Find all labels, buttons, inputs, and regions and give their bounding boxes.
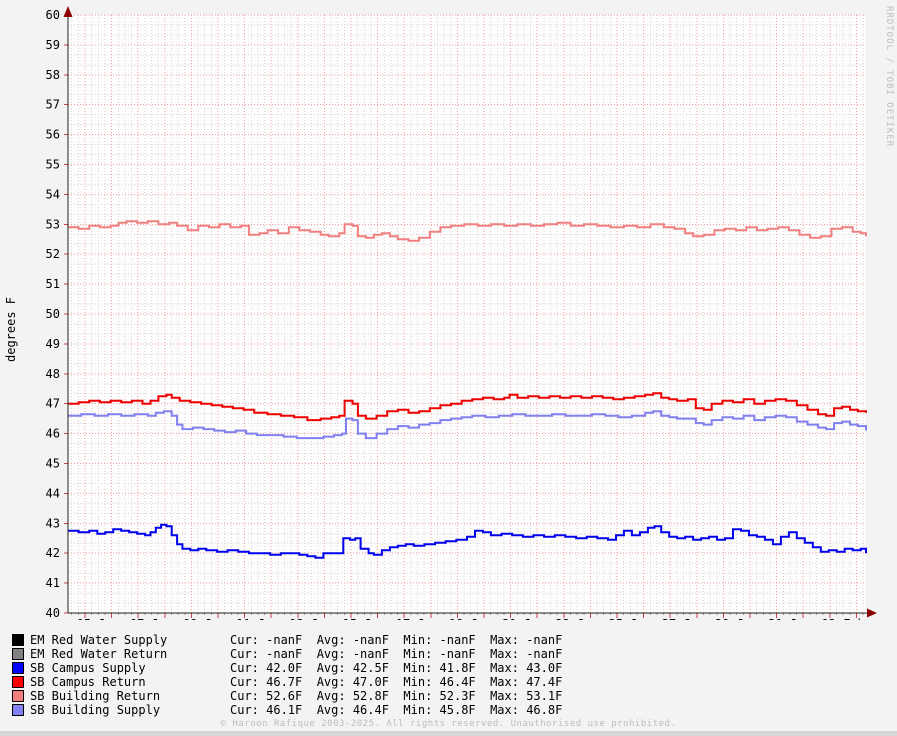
y-tick-label: 46 [46,427,60,441]
legend-row: SB Campus Supply Cur: 42.0F Avg: 42.5F M… [12,661,562,675]
legend-stats: Cur: -nanF Avg: -nanF Min: -nanF Max: -n… [230,633,563,647]
x-tick-label: 29 Jan [715,617,758,620]
legend-label: EM Red Water Supply [30,633,168,647]
y-tick-label: 52 [46,247,60,261]
legend-label: EM Red Water Return [30,647,168,661]
legend-row: EM Red Water Supply Cur: -nanF Avg: -nan… [12,633,562,647]
x-tick-label: 21 Jan [502,617,545,620]
legend: EM Red Water Supply Cur: -nanF Avg: -nan… [12,633,562,717]
legend-stats: Cur: 42.0F Avg: 42.5F Min: 41.8F Max: 43… [230,661,563,675]
x-tick-label: 05 Jan [77,617,120,620]
x-tick-label: 25 Jan [609,617,652,620]
legend-label: SB Campus Supply [30,661,146,675]
y-tick-label: 53 [46,217,60,231]
x-tick-label: 23 Jan [555,617,598,620]
y-tick-label: 51 [46,277,60,291]
y-tick-label: 56 [46,128,60,142]
y-tick-label: 57 [46,98,60,112]
x-tick-label: 02 Feb [821,617,864,620]
y-tick-label: 50 [46,307,60,321]
rrdtool-graph: 40 41 42 43 44 45 46 47 48 49 50 51 52 53 54 55 56 57 58 59… [0,0,897,736]
legend-label: SB Building Supply [30,703,161,717]
legend-stats: Cur: -nanF Avg: -nanF Min: -nanF Max: -n… [230,647,563,661]
legend-label: SB Building Return [30,689,161,703]
y-tick-label: 48 [46,367,60,381]
x-tick-label: 31 Jan [768,617,811,620]
y-tick-label: 55 [46,158,60,172]
legend-row: SB Building Supply Cur: 46.1F Avg: 46.4F… [12,703,562,717]
y-tick-label: 41 [46,576,60,590]
chart-canvas: 40 41 42 43 44 45 46 47 48 49 50 51 52 53 54 55 56 57 58 59… [46,6,877,620]
y-tick-label: 58 [46,68,60,82]
y-tick-label: 43 [46,516,60,530]
legend-row: SB Campus Return Cur: 46.7F Avg: 47.0F M… [12,675,562,689]
legend-row: EM Red Water Return Cur: -nanF Avg: -nan… [12,647,562,661]
y-axis-title: degrees F [4,296,18,362]
legend-swatch [12,690,24,702]
x-tick-label: 27 Jan [662,617,705,620]
x-axis-arrow [867,608,877,618]
x-tick-label: 07 Jan [130,617,173,620]
legend-stats: Cur: 46.1F Avg: 46.4F Min: 45.8F Max: 46… [230,703,563,717]
x-tick-label: 15 Jan [343,617,386,620]
y-tick-label: 45 [46,457,60,471]
x-tick-label: 19 Jan [449,617,492,620]
y-tick-label: 42 [46,546,60,560]
legend-stats: Cur: 52.6F Avg: 52.8F Min: 52.3F Max: 53… [230,689,563,703]
legend-swatch [12,634,24,646]
bottom-border [0,731,897,736]
legend-swatch [12,648,24,660]
legend-swatch [12,704,24,716]
legend-label: SB Campus Return [30,675,146,689]
y-tick-label: 44 [46,486,60,500]
y-tick-label: 40 [46,606,60,620]
x-tick-label: 17 Jan [396,617,439,620]
rrdtool-watermark: RRDTOOL / TOBI OETIKER [884,6,894,148]
legend-stats: Cur: 46.7F Avg: 47.0F Min: 46.4F Max: 47… [230,675,563,689]
y-tick-label: 59 [46,38,60,52]
y-tick-label: 54 [46,187,60,201]
y-tick-label: 49 [46,337,60,351]
x-tick-label: 09 Jan [183,617,226,620]
y-tick-label: 47 [46,397,60,411]
legend-swatch [12,662,24,674]
copyright-footer: © Haroon Rafique 2003-2025. All rights r… [220,719,677,729]
legend-row: SB Building Return Cur: 52.6F Avg: 52.8F… [12,689,562,703]
legend-swatch [12,676,24,688]
x-tick-label: 13 Jan [289,617,332,620]
x-tick-label: 11 Jan [236,617,279,620]
y-axis-arrow [63,6,73,17]
y-tick-label: 60 [46,8,60,22]
